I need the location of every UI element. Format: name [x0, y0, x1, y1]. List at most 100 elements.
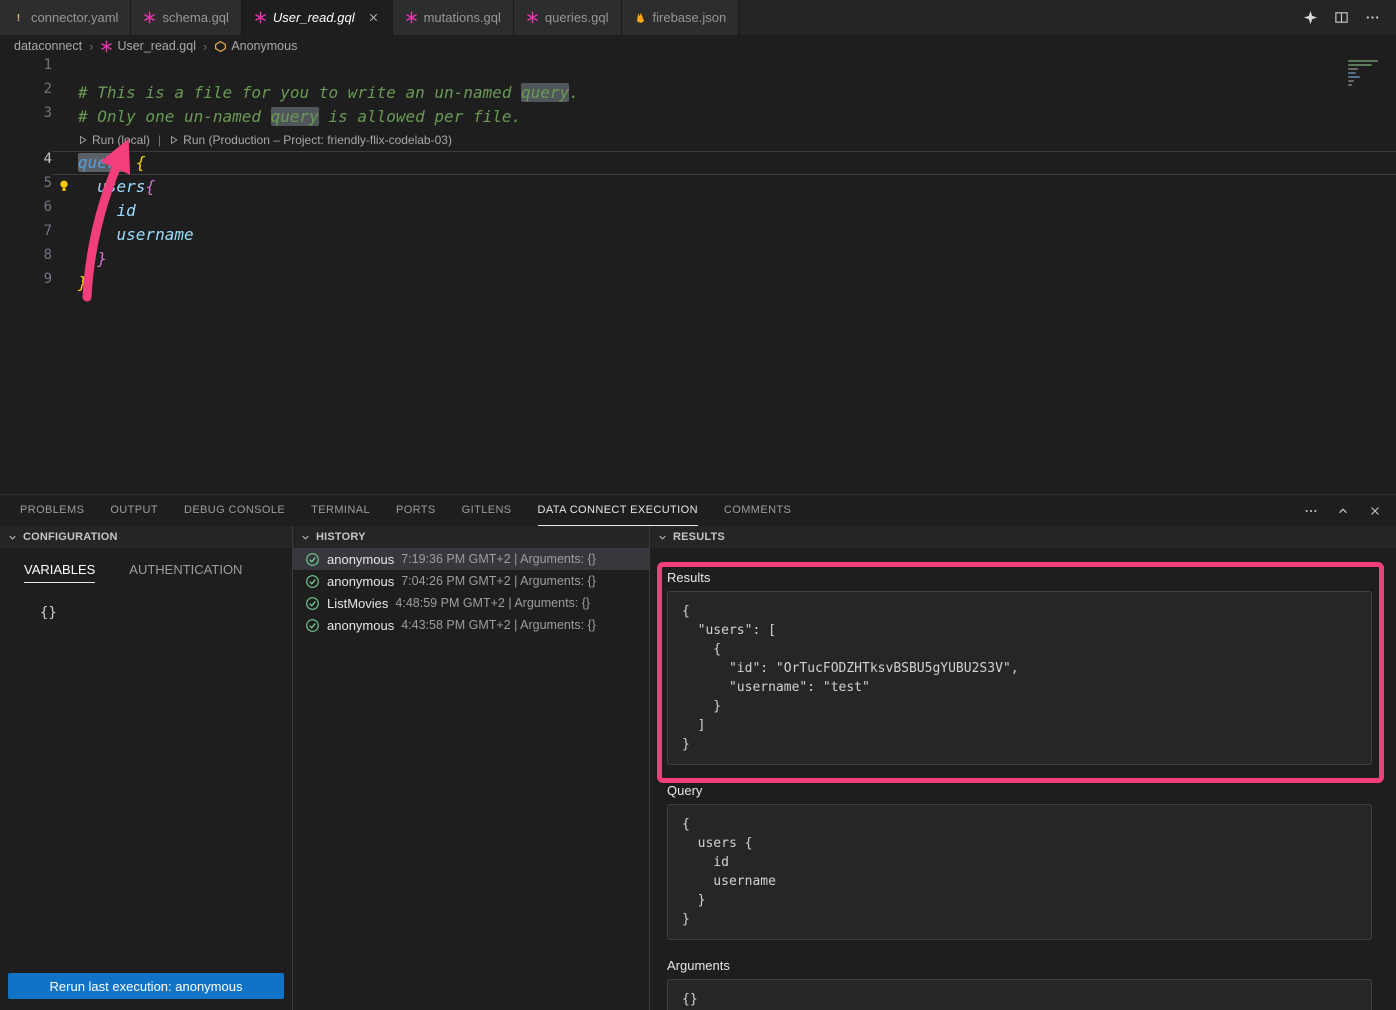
history-name: ListMovies: [327, 596, 388, 611]
editor-tab-connector-yaml[interactable]: !connector.yaml: [0, 0, 131, 35]
codelens-run-production[interactable]: Run (Production – Project: friendly-flix…: [169, 129, 452, 151]
tab-label: connector.yaml: [31, 10, 118, 25]
rerun-last-execution-button[interactable]: Rerun last execution: anonymous: [8, 973, 284, 999]
editor-tab-queries-gql[interactable]: queries.gql: [514, 0, 622, 35]
firebase-icon: [634, 11, 647, 24]
breadcrumb-item-anonymous[interactable]: Anonymous: [214, 39, 297, 53]
panel-actions: [1304, 495, 1396, 526]
line-number: 9: [0, 271, 52, 295]
vscode-window: !connector.yamlschema.gql User_read.gql mu…: [0, 0, 1396, 1010]
line-number: 8: [0, 247, 52, 271]
play-icon: [78, 135, 88, 145]
panel-more-icon[interactable]: [1304, 504, 1318, 518]
history-header[interactable]: HISTORY: [293, 526, 649, 548]
panel-tab-comments[interactable]: COMMENTS: [724, 495, 791, 526]
code-line-2: 2# This is a file for you to write an un…: [0, 81, 1396, 105]
editor-tab-user-read-gql[interactable]: User_read.gql: [242, 0, 393, 35]
panel-close-icon[interactable]: [1368, 504, 1382, 518]
breadcrumb-label: dataconnect: [14, 39, 82, 53]
panel-tab-data-connect-execution[interactable]: DATA CONNECT EXECUTION: [538, 495, 698, 526]
code-token: query: [78, 153, 126, 172]
variables-value[interactable]: {}: [0, 583, 292, 621]
minimap-line: [1348, 60, 1378, 62]
line-content[interactable]: [52, 57, 1396, 81]
result-box-results[interactable]: { "users": [ { "id": "OrTucFODZHTksvBSBU…: [667, 591, 1372, 765]
minimap-line: [1348, 80, 1354, 82]
configuration-header[interactable]: CONFIGURATION: [0, 526, 292, 548]
panel-tab-problems[interactable]: PROBLEMS: [20, 495, 84, 526]
tab-authentication[interactable]: AUTHENTICATION: [129, 557, 242, 583]
lightbulb-icon[interactable]: [57, 179, 71, 193]
result-section-label: Query: [667, 783, 1372, 798]
history-item-anonymous[interactable]: anonymous4:43:58 PM GMT+2 | Arguments: {…: [293, 614, 649, 636]
play-icon: [169, 135, 179, 145]
history-item-listmovies[interactable]: ListMovies4:48:59 PM GMT+2 | Arguments: …: [293, 592, 649, 614]
breadcrumb-item-user-read-gql[interactable]: User_read.gql: [100, 39, 196, 53]
code-token: username: [117, 225, 194, 244]
graphql-icon: [254, 11, 267, 24]
line-content[interactable]: }: [52, 247, 1396, 271]
line-content[interactable]: query {: [52, 151, 1396, 175]
history-item-anonymous[interactable]: anonymous7:19:36 PM GMT+2 | Arguments: {…: [293, 548, 649, 570]
history-name: anonymous: [327, 574, 394, 589]
line-content[interactable]: # This is a file for you to write an un-…: [52, 81, 1396, 105]
codelens-run-local-label: Run (local): [92, 129, 150, 151]
minimap-line: [1348, 68, 1358, 70]
tab-label: firebase.json: [653, 10, 727, 25]
graphql-icon: [100, 40, 113, 53]
minimap[interactable]: [1348, 60, 1382, 86]
line-content[interactable]: }: [52, 271, 1396, 295]
line-content[interactable]: # Only one un-named query is allowed per…: [52, 105, 1396, 129]
line-number: 5: [0, 175, 52, 199]
tab-label: User_read.gql: [273, 10, 355, 25]
split-editor-icon[interactable]: [1334, 10, 1349, 25]
line-content[interactable]: users{: [52, 175, 1396, 199]
result-box-query[interactable]: { users { id username } }: [667, 804, 1372, 940]
history-name: anonymous: [327, 618, 394, 633]
line-content[interactable]: id: [52, 199, 1396, 223]
line-number: 6: [0, 199, 52, 223]
line-number: 3: [0, 105, 52, 129]
bottom-panel: PROBLEMS OUTPUT DEBUG CONSOLE TERMINAL PORTS…: [0, 494, 1396, 1010]
results-header[interactable]: RESULTS: [650, 526, 1396, 548]
panel-tab-gitlens[interactable]: GITLENS: [462, 495, 512, 526]
gutter-spacer: [0, 129, 52, 151]
codelens-content: Run (local)|Run (Production – Project: f…: [52, 129, 1396, 151]
results-pane: RESULTS Results{ "users": [ { "id": "OrT…: [650, 526, 1396, 1010]
editor-tab-schema-gql[interactable]: schema.gql: [131, 0, 241, 35]
code-line-8: 8 }: [0, 247, 1396, 271]
panel-tab-terminal[interactable]: TERMINAL: [311, 495, 370, 526]
code-line-7: 7 username: [0, 223, 1396, 247]
breadcrumb-label: User_read.gql: [117, 39, 196, 53]
result-box-arguments[interactable]: {}: [667, 979, 1372, 1010]
history-item-anonymous[interactable]: anonymous7:04:26 PM GMT+2 | Arguments: {…: [293, 570, 649, 592]
line-content[interactable]: username: [52, 223, 1396, 247]
editor-tab-firebase-json[interactable]: firebase.json: [622, 0, 740, 35]
graphql-icon: [405, 11, 418, 24]
graphql-icon: [143, 11, 156, 24]
breadcrumb-item-dataconnect[interactable]: dataconnect: [14, 39, 82, 53]
panel-tab-output[interactable]: OUTPUT: [110, 495, 158, 526]
line-number: 2: [0, 81, 52, 105]
codelens-run-local[interactable]: Run (local): [78, 129, 150, 151]
panel-maximize-icon[interactable]: [1336, 504, 1350, 518]
editor-tabs: !connector.yamlschema.gql User_read.gql mu…: [0, 0, 739, 35]
code-line-3: 3# Only one un-named query is allowed pe…: [0, 105, 1396, 129]
codelens-separator: |: [152, 129, 167, 151]
history-meta: 7:19:36 PM GMT+2 | Arguments: {}: [401, 552, 596, 566]
editor-actions: [1303, 0, 1396, 35]
graphql-icon: [526, 11, 539, 24]
editor-tab-mutations-gql[interactable]: mutations.gql: [393, 0, 514, 35]
code-line-1: 1: [0, 57, 1396, 81]
breadcrumb: dataconnect›User_read.gql›Anonymous: [0, 35, 1396, 57]
close-icon[interactable]: [367, 11, 380, 24]
tab-variables[interactable]: VARIABLES: [24, 557, 95, 583]
code-token: [78, 225, 117, 244]
code-token: {: [136, 153, 146, 172]
copilot-sparkle-icon[interactable]: [1303, 10, 1318, 25]
code-line-4: 4query {: [0, 151, 1396, 175]
more-actions-icon[interactable]: [1365, 10, 1380, 25]
result-section-results: Results{ "users": [ { "id": "OrTucFODZHT…: [667, 570, 1372, 765]
panel-tab-ports[interactable]: PORTS: [396, 495, 436, 526]
panel-tab-debug-console[interactable]: DEBUG CONSOLE: [184, 495, 285, 526]
